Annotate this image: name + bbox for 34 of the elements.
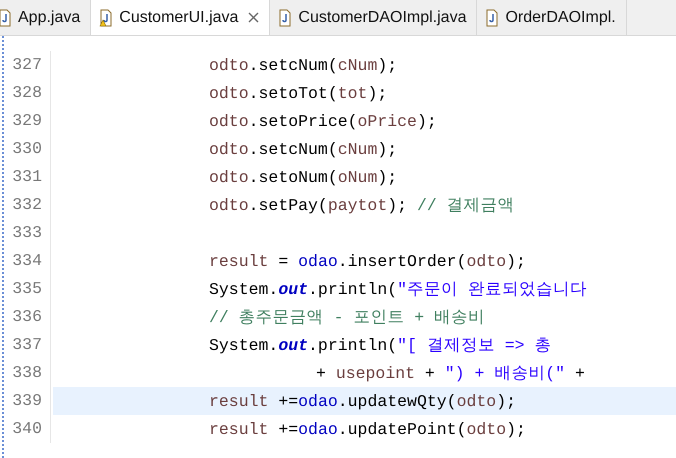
line-number: 340: [0, 415, 51, 443]
code-line: odto.setcNum(cNum);: [209, 140, 398, 158]
line-number: 331: [0, 163, 51, 191]
code-line: + usepoint + ") + 배송비(" +: [316, 364, 585, 383]
line-number: 339: [0, 387, 51, 415]
code-line: odto.setoTot(tot);: [209, 84, 388, 102]
java-file-icon: [485, 8, 500, 26]
code-line: result +=odao.updatewQty(odto);: [209, 392, 516, 410]
java-file-icon: [0, 8, 12, 26]
line-number: 330: [0, 135, 51, 163]
line-number: 332: [0, 191, 51, 219]
line-number: 334: [0, 247, 51, 275]
code-line: odto.setcNum(cNum);: [209, 56, 398, 74]
line-number: 335: [0, 275, 51, 303]
java-file-warning-icon: [99, 8, 114, 26]
code-line: System.out.println("[ 결제정보 => 총: [209, 336, 552, 355]
line-number: 328: [0, 79, 51, 107]
line-number: 329: [0, 107, 51, 135]
code-line: // 총주문금액 - 포인트 + 배송비: [209, 308, 486, 327]
editor-tab[interactable]: App.java: [0, 0, 92, 35]
line-number: 327: [0, 51, 51, 79]
line-number: 338: [0, 359, 51, 387]
line-number: 337: [0, 331, 51, 359]
editor-tab[interactable]: CustomerUI.java: [91, 0, 270, 35]
code-line: odto.setPay(paytot); // 결제금액: [209, 196, 515, 215]
code-line: result = odao.insertOrder(odto);: [209, 252, 526, 270]
code-line: odto.setoNum(oNum);: [209, 168, 398, 186]
code-line: System.out.println("주문이 완료되었습니다: [209, 280, 587, 299]
line-number: 333: [0, 219, 51, 247]
line-number: 336: [0, 303, 51, 331]
code-line: odto.setoPrice(oPrice);: [209, 112, 437, 130]
close-icon[interactable]: [248, 12, 260, 23]
java-file-icon: [278, 8, 292, 26]
code-line: result +=odao.updatePoint(odto);: [209, 420, 526, 438]
